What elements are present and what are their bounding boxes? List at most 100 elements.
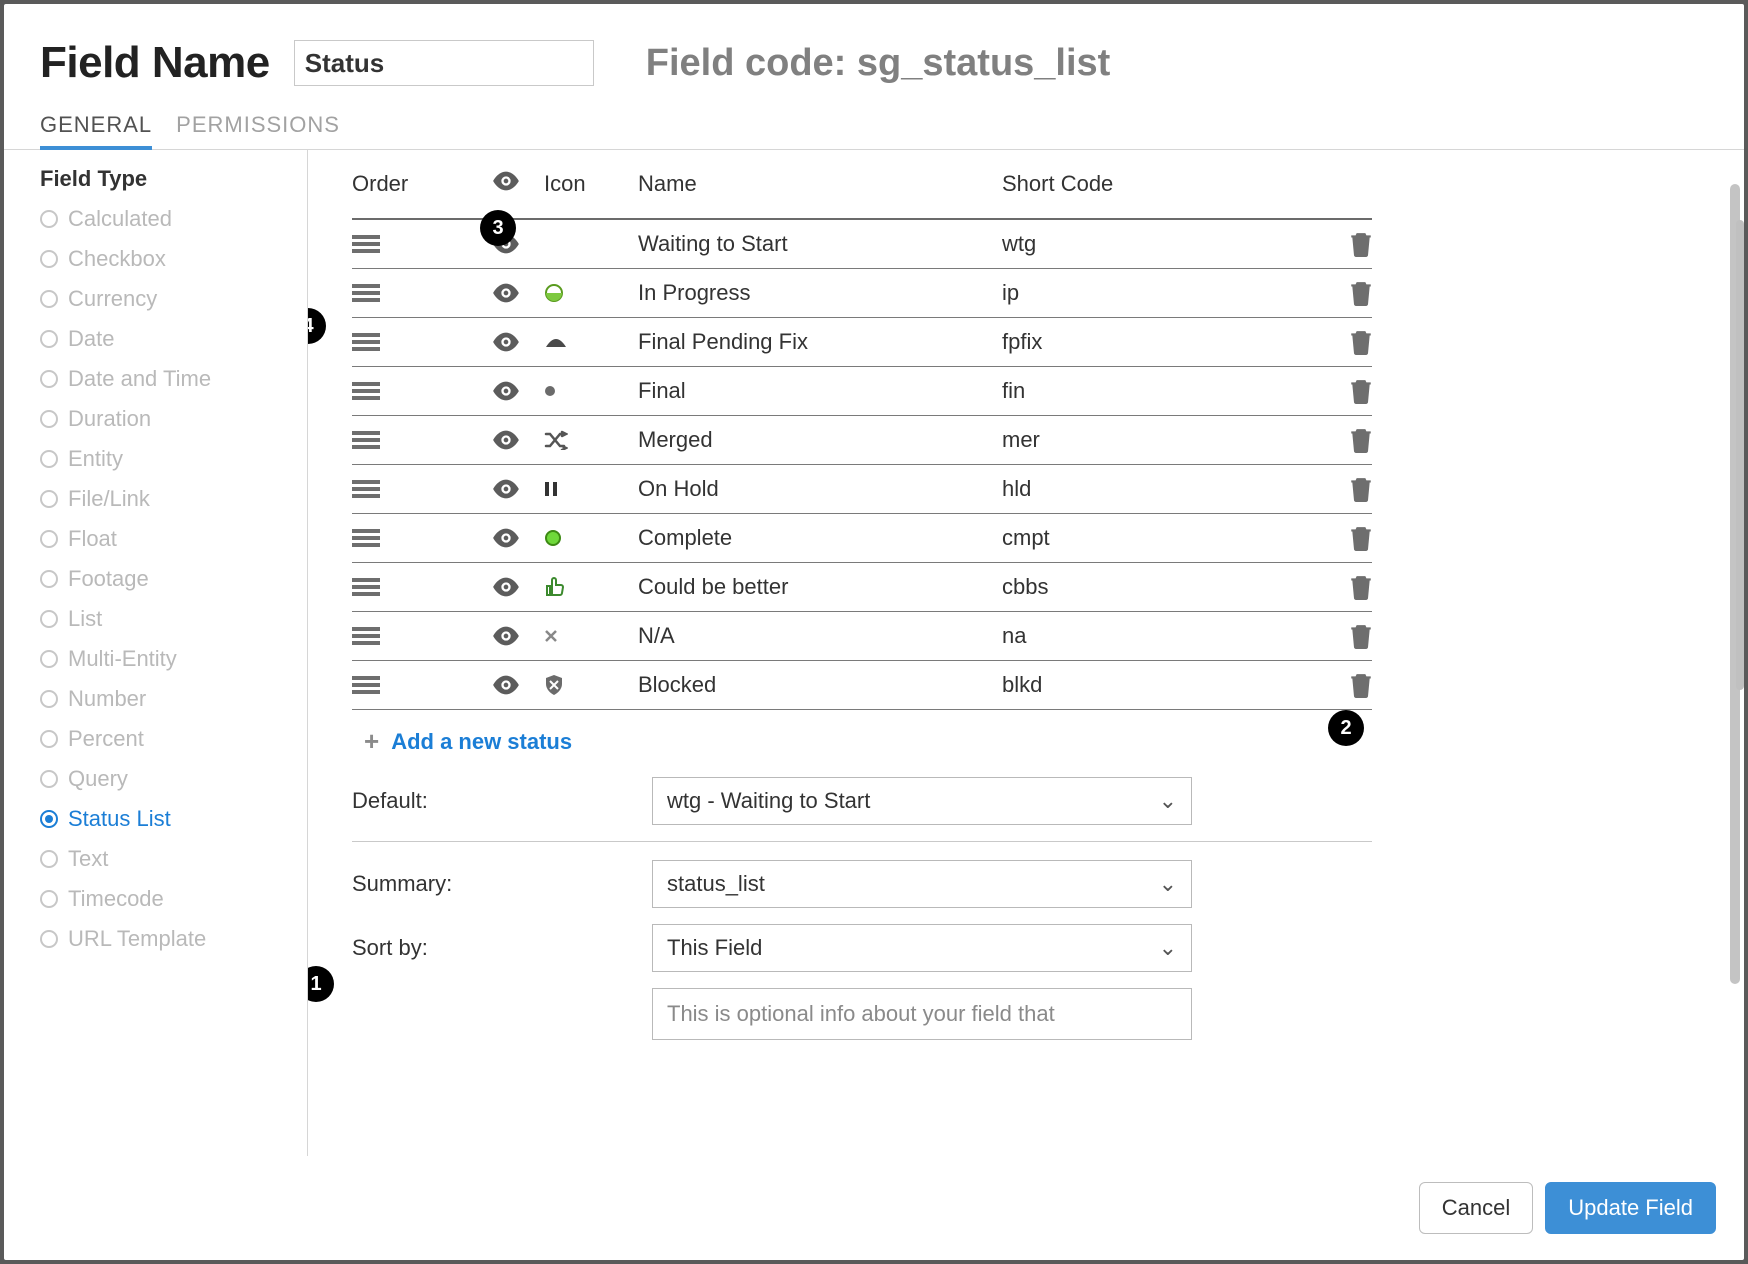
- status-name[interactable]: On Hold: [638, 476, 1002, 502]
- drag-handle-icon[interactable]: [352, 330, 492, 354]
- status-name[interactable]: Final Pending Fix: [638, 329, 1002, 355]
- header-name: Name: [638, 171, 1002, 197]
- drag-handle-icon[interactable]: [352, 526, 492, 550]
- visibility-toggle[interactable]: [492, 283, 544, 303]
- default-select[interactable]: wtg - Waiting to Start ⌄: [652, 777, 1192, 825]
- header-visibility: [492, 171, 544, 197]
- sort-select[interactable]: This Field ⌄: [652, 924, 1192, 972]
- default-row: Default: wtg - Waiting to Start ⌄: [352, 777, 1724, 825]
- delete-status-button[interactable]: [1292, 574, 1372, 600]
- radio-icon: [40, 770, 58, 788]
- visibility-toggle[interactable]: [492, 430, 544, 450]
- radio-icon: [40, 490, 58, 508]
- delete-status-button[interactable]: [1292, 280, 1372, 306]
- status-icon-thumbs-up[interactable]: [544, 577, 580, 597]
- status-code[interactable]: fpfix: [1002, 329, 1292, 355]
- drag-handle-icon[interactable]: [352, 379, 492, 403]
- delete-status-button[interactable]: [1292, 476, 1372, 502]
- status-icon-pause[interactable]: [544, 481, 580, 497]
- status-icon-shuffle[interactable]: [544, 430, 580, 450]
- visibility-toggle[interactable]: [492, 332, 544, 352]
- field-type-label: Entity: [68, 446, 123, 472]
- status-row: N/Ana: [352, 612, 1372, 661]
- field-type-status-list[interactable]: Status List: [40, 800, 307, 838]
- field-type-label: Float: [68, 526, 117, 552]
- status-name[interactable]: Waiting to Start: [638, 231, 1002, 257]
- field-type-label: Number: [68, 686, 146, 712]
- status-name[interactable]: Complete: [638, 525, 1002, 551]
- summary-value: status_list: [667, 871, 765, 897]
- status-icon-gray-dot[interactable]: [544, 385, 580, 397]
- visibility-toggle[interactable]: [492, 675, 544, 695]
- drag-handle-icon[interactable]: [352, 624, 492, 648]
- tab-permissions[interactable]: Permissions: [176, 104, 340, 149]
- field-type-timecode: Timecode: [40, 880, 307, 918]
- radio-icon: [40, 930, 58, 948]
- status-icon-green-circle[interactable]: [544, 529, 580, 547]
- status-icon-shield-x[interactable]: [544, 674, 580, 696]
- status-name[interactable]: Merged: [638, 427, 1002, 453]
- annotation-callout-3: 3: [480, 210, 516, 246]
- visibility-toggle[interactable]: [492, 528, 544, 548]
- delete-status-button[interactable]: [1292, 378, 1372, 404]
- drag-handle-icon[interactable]: [352, 428, 492, 452]
- status-code[interactable]: hld: [1002, 476, 1292, 502]
- summary-select[interactable]: status_list ⌄: [652, 860, 1192, 908]
- field-type-text: Text: [40, 840, 307, 878]
- radio-icon: [40, 530, 58, 548]
- field-type-date: Date: [40, 320, 307, 358]
- status-code[interactable]: cmpt: [1002, 525, 1292, 551]
- status-icon-cross[interactable]: [544, 629, 580, 643]
- field-type-float: Float: [40, 520, 307, 558]
- dialog-footer: Cancel Update Field: [4, 1156, 1744, 1260]
- drag-handle-icon[interactable]: [352, 673, 492, 697]
- status-icon-dark-arc[interactable]: [544, 335, 580, 349]
- drag-handle-icon[interactable]: [352, 575, 492, 599]
- field-type-label: Footage: [68, 566, 149, 592]
- delete-status-button[interactable]: [1292, 329, 1372, 355]
- delete-status-button[interactable]: [1292, 623, 1372, 649]
- status-code[interactable]: na: [1002, 623, 1292, 649]
- status-code[interactable]: fin: [1002, 378, 1292, 404]
- status-code[interactable]: ip: [1002, 280, 1292, 306]
- visibility-toggle[interactable]: [492, 381, 544, 401]
- visibility-toggle[interactable]: [492, 479, 544, 499]
- status-code[interactable]: mer: [1002, 427, 1292, 453]
- sort-value: This Field: [667, 935, 762, 961]
- add-status-button[interactable]: + Add a new status: [352, 710, 1724, 777]
- table-scrollbar[interactable]: [1736, 220, 1744, 690]
- drag-handle-icon[interactable]: [352, 477, 492, 501]
- update-field-button[interactable]: Update Field: [1545, 1182, 1716, 1234]
- status-name[interactable]: Final: [638, 378, 1002, 404]
- separator: [352, 841, 1372, 842]
- status-code[interactable]: cbbs: [1002, 574, 1292, 600]
- delete-status-button[interactable]: [1292, 427, 1372, 453]
- delete-status-button[interactable]: [1292, 231, 1372, 257]
- drag-handle-icon[interactable]: [352, 232, 492, 256]
- status-name[interactable]: Blocked: [638, 672, 1002, 698]
- description-input[interactable]: This is optional info about your field t…: [652, 988, 1192, 1040]
- field-type-footage: Footage: [40, 560, 307, 598]
- chevron-down-icon: ⌄: [1159, 935, 1177, 961]
- status-name[interactable]: Could be better: [638, 574, 1002, 600]
- radio-icon: [40, 610, 58, 628]
- visibility-toggle[interactable]: [492, 626, 544, 646]
- cancel-button[interactable]: Cancel: [1419, 1182, 1533, 1234]
- status-code[interactable]: wtg: [1002, 231, 1292, 257]
- delete-status-button[interactable]: [1292, 525, 1372, 551]
- drag-handle-icon[interactable]: [352, 281, 492, 305]
- field-name-input[interactable]: [294, 40, 594, 86]
- field-type-label: File/Link: [68, 486, 150, 512]
- status-name[interactable]: In Progress: [638, 280, 1002, 306]
- annotation-callout-2: 2: [1328, 710, 1364, 746]
- status-code[interactable]: blkd: [1002, 672, 1292, 698]
- main-panel: Order Icon Name Short Code Waiting to St…: [308, 150, 1744, 1156]
- header-order: Order: [352, 171, 492, 197]
- tab-general[interactable]: General: [40, 104, 152, 150]
- status-name[interactable]: N/A: [638, 623, 1002, 649]
- status-icon-green-circle-half[interactable]: [544, 283, 580, 303]
- delete-status-button[interactable]: [1292, 672, 1372, 698]
- plus-icon: +: [364, 726, 379, 757]
- visibility-toggle[interactable]: [492, 577, 544, 597]
- field-name-label: Field Name: [40, 38, 270, 88]
